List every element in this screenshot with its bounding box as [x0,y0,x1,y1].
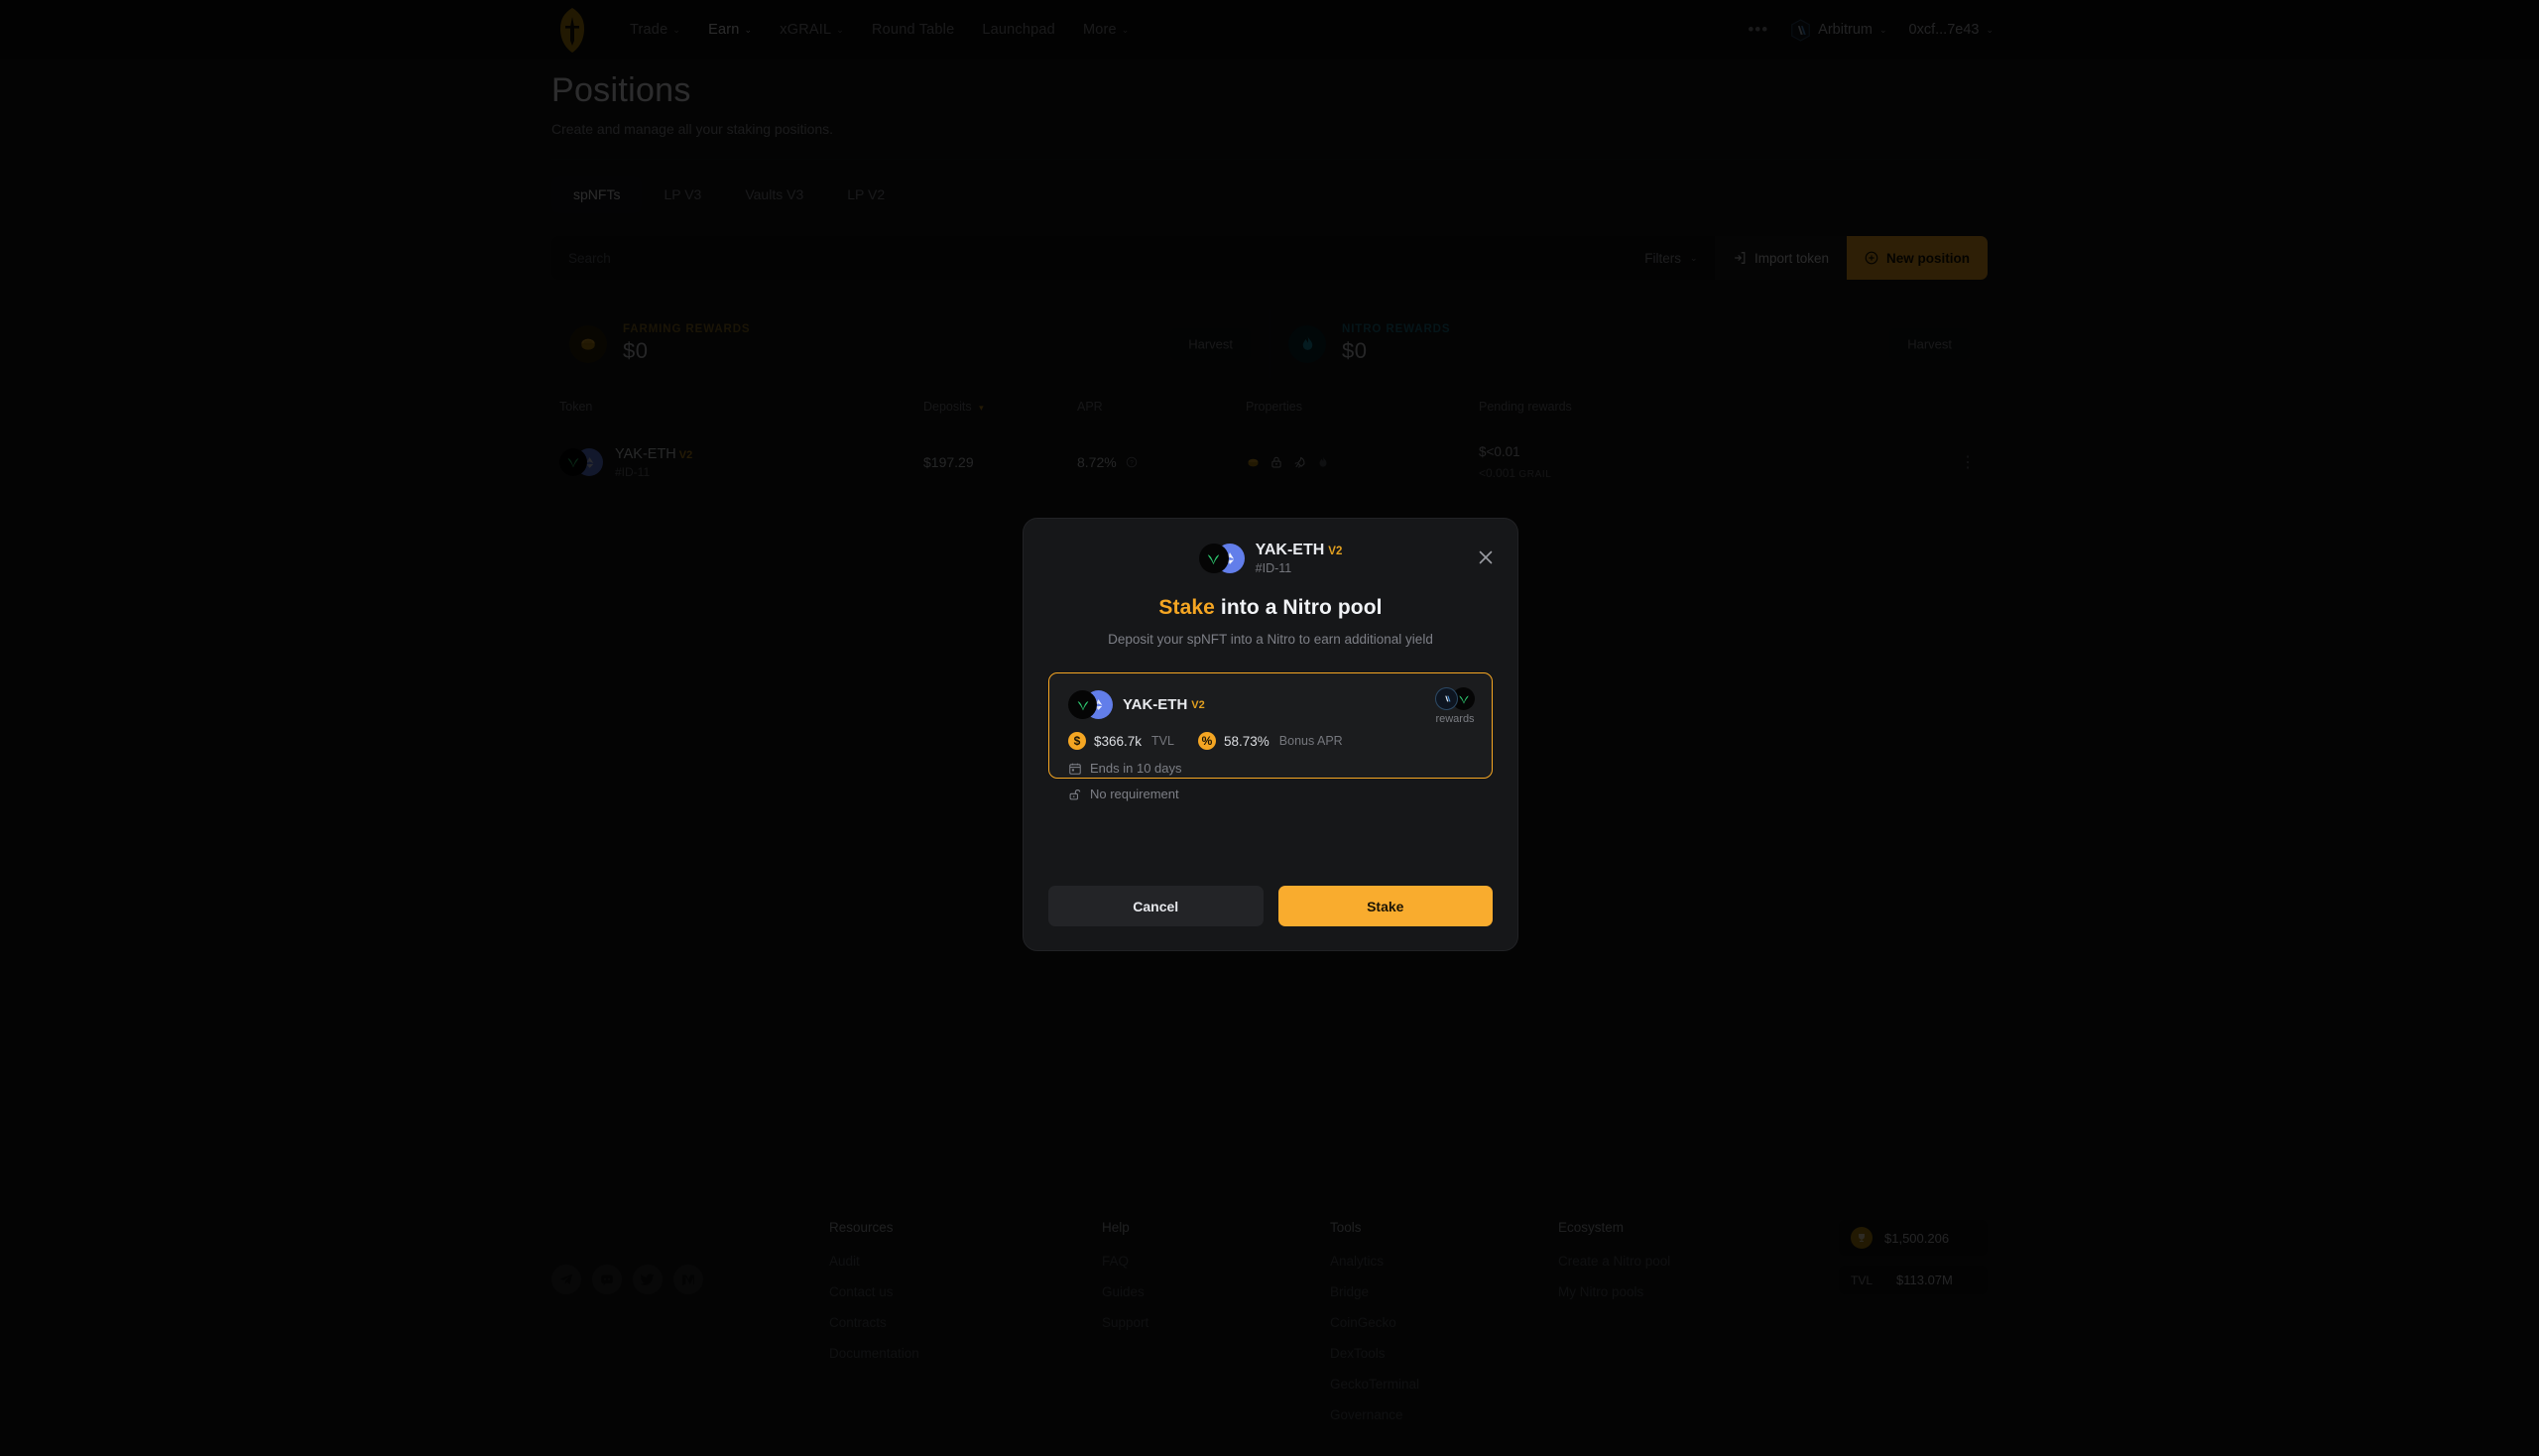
calendar-icon [1069,763,1081,775]
token-pair-icons [1198,544,1245,573]
arbitrum-icon [1435,687,1458,710]
modal-title: Stake into a Nitro pool [1024,596,1517,620]
modal-actions: Cancel Stake [1048,886,1493,926]
modal-token-id: #ID-11 [1255,561,1292,575]
modal-token-name: YAK-ETH [1255,542,1325,558]
dollar-icon: $ [1068,732,1086,750]
reward-token-icons [1435,687,1475,710]
modal-title-highlight: Stake [1158,596,1215,619]
modal-header: YAK-ETH V2 #ID-11 [1024,519,1517,575]
modal-description: Deposit your spNFT into a Nitro to earn … [1108,632,1433,647]
yak-icon [1068,690,1097,719]
pool-name: YAK-ETH [1123,696,1188,713]
pool-version: V2 [1191,698,1205,711]
pool-end-text: Ends in 10 days [1090,761,1182,776]
unlock-icon [1069,789,1081,799]
pool-apr-value: 58.73% [1223,733,1270,749]
stake-button[interactable]: Stake [1277,886,1493,926]
pool-rewards: rewards [1435,687,1475,725]
pool-tvl-stat: $ $366.7k TVL [1068,732,1174,750]
pool-tvl-label: TVL [1151,734,1174,748]
modal-token-version: V2 [1328,546,1343,557]
pool-end-date: Ends in 10 days [1068,761,1473,776]
pool-stats: $ $366.7k TVL % 58.73% Bonus APR [1068,732,1473,750]
stake-nitro-modal: YAK-ETH V2 #ID-11 Stake into a Nitro pool… [1023,518,1518,951]
pool-tvl-value: $366.7k [1094,733,1143,749]
pool-apr-label: Bonus APR [1278,734,1343,748]
percent-icon: % [1197,732,1216,750]
pool-requirement: No requirement [1068,787,1473,801]
pool-apr-stat: % 58.73% Bonus APR [1197,732,1343,750]
rewards-label: rewards [1435,713,1475,725]
nitro-pool-card[interactable]: YAK-ETH V2 rewards $ $366.7k TVL % 58.73… [1048,672,1493,801]
pool-card-header: YAK-ETH V2 [1068,690,1473,719]
close-icon[interactable] [1476,547,1496,567]
yak-icon [1198,544,1229,573]
token-pair-icons [1068,690,1114,719]
modal-token-summary: YAK-ETH V2 #ID-11 [1198,542,1343,575]
cancel-button[interactable]: Cancel [1048,886,1264,926]
modal-title-rest: into a Nitro pool [1214,596,1383,619]
pool-requirement-text: No requirement [1090,787,1179,801]
